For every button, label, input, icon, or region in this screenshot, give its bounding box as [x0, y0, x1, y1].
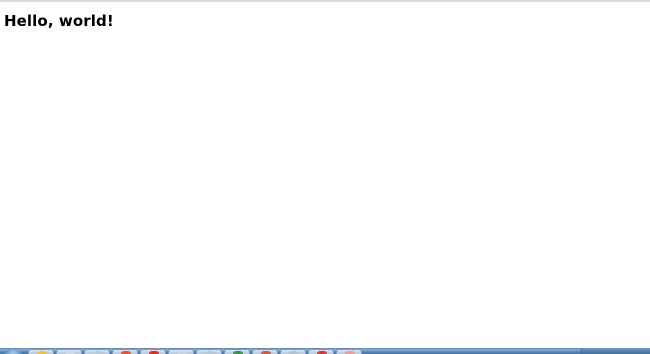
browser-content-area: Hello, world!	[0, 0, 650, 354]
taskbar-button[interactable]	[224, 349, 250, 354]
notification-tray[interactable]	[580, 349, 650, 354]
taskbar	[0, 348, 650, 354]
top-border-divider	[0, 0, 650, 2]
taskbar-button[interactable]	[56, 349, 82, 354]
taskbar-button[interactable]	[196, 349, 222, 354]
taskbar-button[interactable]	[112, 349, 138, 354]
start-button[interactable]	[2, 349, 24, 354]
taskbar-button[interactable]	[28, 349, 54, 354]
taskbar-button[interactable]	[252, 349, 278, 354]
taskbar-button[interactable]	[140, 349, 166, 354]
taskbar-button[interactable]	[168, 349, 194, 354]
taskbar-button[interactable]	[84, 349, 110, 354]
page-heading: Hello, world!	[4, 12, 114, 30]
taskbar-button[interactable]	[308, 349, 334, 354]
taskbar-button[interactable]	[280, 349, 306, 354]
taskbar-button[interactable]	[336, 349, 362, 354]
